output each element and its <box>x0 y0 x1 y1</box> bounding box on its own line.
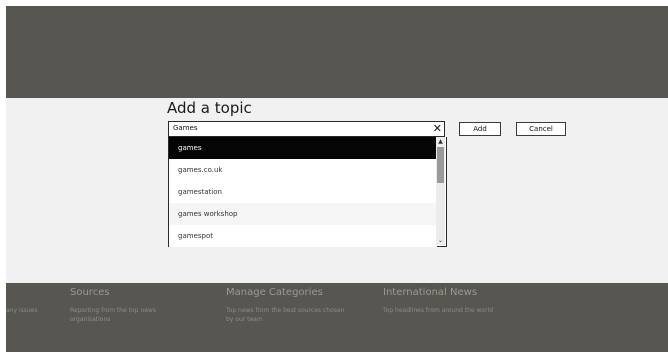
topic-input-value[interactable]: Games <box>173 124 198 132</box>
international-news-heading: International News <box>383 287 478 298</box>
suggestion-item[interactable]: gamestation <box>169 181 437 203</box>
suggestion-item[interactable]: gamespot <box>169 225 437 247</box>
suggestion-item[interactable]: games.co.uk <box>169 159 437 181</box>
sources-description: Reporting from the top news organisation… <box>70 307 156 323</box>
chevron-up-icon[interactable]: ▲ <box>436 137 445 146</box>
topic-search-input[interactable]: Games ✕ <box>168 121 445 137</box>
suggestion-scrollbar[interactable]: ▲ ⌄ <box>436 137 445 245</box>
close-icon[interactable]: ✕ <box>433 121 442 137</box>
dimmed-backdrop-top <box>6 6 668 98</box>
add-button[interactable]: Add <box>459 122 501 136</box>
scrollbar-thumb[interactable] <box>437 147 444 183</box>
left-fragment-text: any issues <box>6 307 38 314</box>
chevron-down-icon[interactable]: ⌄ <box>436 236 445 245</box>
suggestion-item[interactable]: games <box>169 137 437 159</box>
sources-heading: Sources <box>70 287 110 298</box>
screen: Add a topic Games ✕ Add Cancel games gam… <box>0 0 668 352</box>
suggestion-item[interactable]: games workshop <box>169 203 437 225</box>
international-news-description: Top headlines from around the world <box>383 307 494 314</box>
manage-categories-description: Top news from the best sources chosen by… <box>226 307 345 323</box>
dialog-title: Add a topic <box>167 99 252 117</box>
manage-categories-heading: Manage Categories <box>226 287 323 298</box>
suggestion-list: games games.co.uk gamestation games work… <box>168 137 447 247</box>
cancel-button[interactable]: Cancel <box>516 122 566 136</box>
